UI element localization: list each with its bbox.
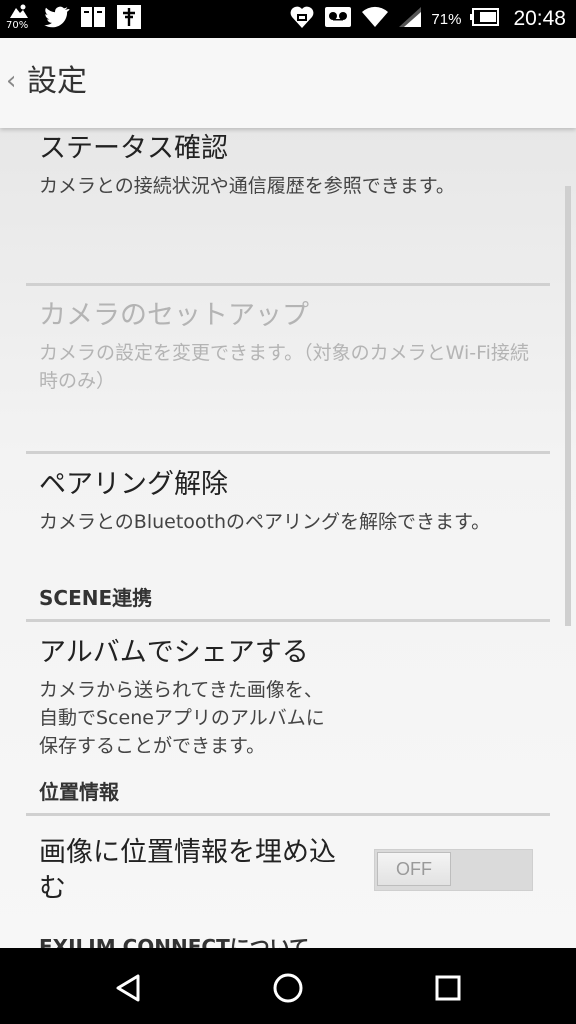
app-icon: [116, 4, 142, 34]
album-share-summary: カメラから送られてきた画像を、 自動でSceneアプリのアルバムに 保存すること…: [39, 676, 529, 760]
divider: [26, 451, 550, 454]
unpair-summary: カメラとのBluetoothのペアリングを解除できます。: [39, 511, 491, 533]
settings-list[interactable]: ステータス確認 カメラとの接続状況や通信履歴を参照できます。 カメラのセットアッ…: [0, 128, 576, 948]
page-title[interactable]: 設定: [27, 62, 87, 102]
status-bar: 70% 71% 20:48: [0, 0, 576, 38]
battery-icon: [470, 8, 500, 30]
divider: [26, 813, 550, 816]
small-battery-percent: 70%: [6, 20, 29, 31]
section-header-about: EXILIM CONNECTについて: [39, 935, 310, 948]
battery-percent: 71%: [431, 10, 462, 28]
clock: 20:48: [513, 7, 566, 30]
album-share-summary-line: 保存することができます。: [39, 735, 266, 757]
album-share-summary-line: 自動でSceneアプリのアルバムに: [39, 707, 325, 729]
status-check-title: ステータス確認: [39, 133, 228, 164]
camera-setup-summary: カメラの設定を変更できます。（対象のカメラとWi-Fi接続時のみ）: [39, 342, 529, 392]
geotag-item[interactable]: 画像に位置情報を埋め込 む: [39, 835, 369, 907]
signal-icon: [398, 6, 422, 32]
wifi-icon: [361, 6, 389, 32]
unpair-item[interactable]: ペアリング解除 カメラとのBluetoothのペアリングを解除できます。: [39, 467, 529, 536]
navigation-bar: [0, 948, 576, 1024]
voicemail-icon: [324, 5, 352, 33]
home-circle-icon[interactable]: [268, 968, 308, 1008]
album-share-title: アルバムでシェアする: [39, 637, 309, 668]
notification-icon: 70%: [6, 4, 34, 34]
twitter-icon: [44, 6, 70, 32]
geotag-title-line: む: [39, 873, 66, 904]
unpair-title: ペアリング解除: [39, 469, 228, 500]
album-share-summary-line: カメラから送られてきた画像を、: [39, 679, 323, 701]
scrollbar[interactable]: [565, 186, 571, 626]
status-check-item[interactable]: ステータス確認 カメラとの接続状況や通信履歴を参照できます。: [39, 131, 529, 200]
camera-setup-item: カメラのセットアップ カメラの設定を変更できます。（対象のカメラとWi-Fi接続…: [39, 298, 529, 395]
back-chevron-icon[interactable]: ‹: [6, 66, 16, 96]
album-share-item[interactable]: アルバムでシェアする カメラから送られてきた画像を、 自動でSceneアプリのア…: [39, 635, 529, 760]
geotag-toggle[interactable]: OFF: [374, 849, 533, 891]
status-check-summary: カメラとの接続状況や通信履歴を参照できます。: [39, 175, 455, 197]
geotag-title-line: 画像に位置情報を埋め込: [39, 837, 336, 868]
back-triangle-icon[interactable]: [108, 968, 148, 1008]
book-icon: [80, 5, 106, 33]
toggle-off-label: OFF: [377, 852, 451, 886]
camera-setup-title: カメラのセットアップ: [39, 300, 309, 331]
section-header-location: 位置情報: [39, 780, 119, 804]
action-bar: ‹ 設定: [0, 38, 576, 128]
divider: [26, 283, 550, 286]
divider: [26, 619, 550, 622]
section-header-scene: SCENE連携: [39, 586, 153, 610]
recents-square-icon[interactable]: [428, 968, 468, 1008]
heart-icon: [289, 4, 315, 34]
